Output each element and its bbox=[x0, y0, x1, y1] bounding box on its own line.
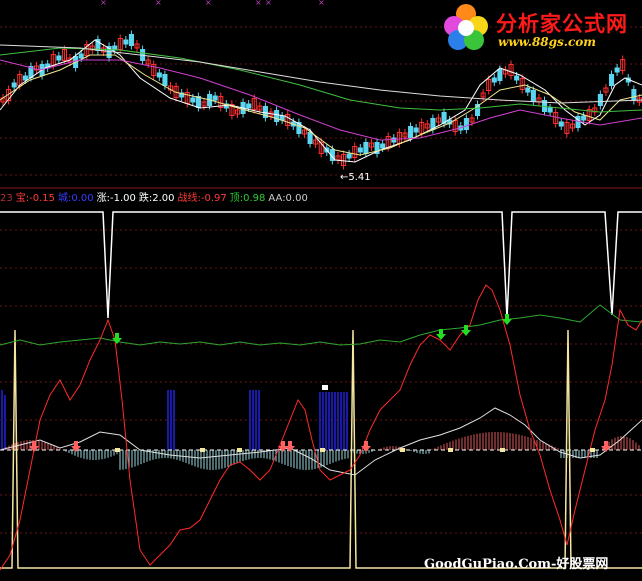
white-square-marker bbox=[322, 385, 328, 390]
svg-text:×: × bbox=[318, 0, 325, 7]
flower-logo-icon bbox=[444, 4, 488, 50]
stock-chart-screen: × × × × × × bbox=[0, 0, 642, 581]
indicator-value: 顶:0.98 bbox=[229, 193, 266, 204]
indicator-readout-bar: 23 宝:-0.15 城:0.00 涨:-1.00 跌:2.00 战线:-0.97 顶:0.… bbox=[0, 190, 360, 208]
indicator-value: 宝:-0.15 bbox=[15, 193, 55, 204]
indicator-value: 跌:2.00 bbox=[138, 193, 175, 204]
svg-text:×: × bbox=[100, 0, 107, 7]
indicator-value: 23 bbox=[0, 193, 13, 204]
logo-title: 分析家公式网 bbox=[496, 12, 628, 36]
indicator-value: AA:0.00 bbox=[268, 193, 308, 204]
svg-text:×: × bbox=[205, 0, 212, 7]
svg-text:×: × bbox=[155, 0, 162, 7]
logo-url[interactable]: www.88gs.com bbox=[498, 35, 596, 49]
indicator-value: 城:0.00 bbox=[57, 193, 94, 204]
indicator-value: 涨:-1.00 bbox=[96, 193, 136, 204]
site-logo: 分析家公式网 www.88gs.com bbox=[436, 2, 636, 54]
indicator-value: 战线:-0.97 bbox=[177, 193, 227, 204]
watermark-text: GoodGuPiao.Com-好股票网 bbox=[424, 557, 609, 572]
low-price-label: ←5.41 bbox=[340, 172, 371, 183]
svg-text:×: × bbox=[265, 0, 272, 7]
svg-text:×: × bbox=[255, 0, 262, 7]
